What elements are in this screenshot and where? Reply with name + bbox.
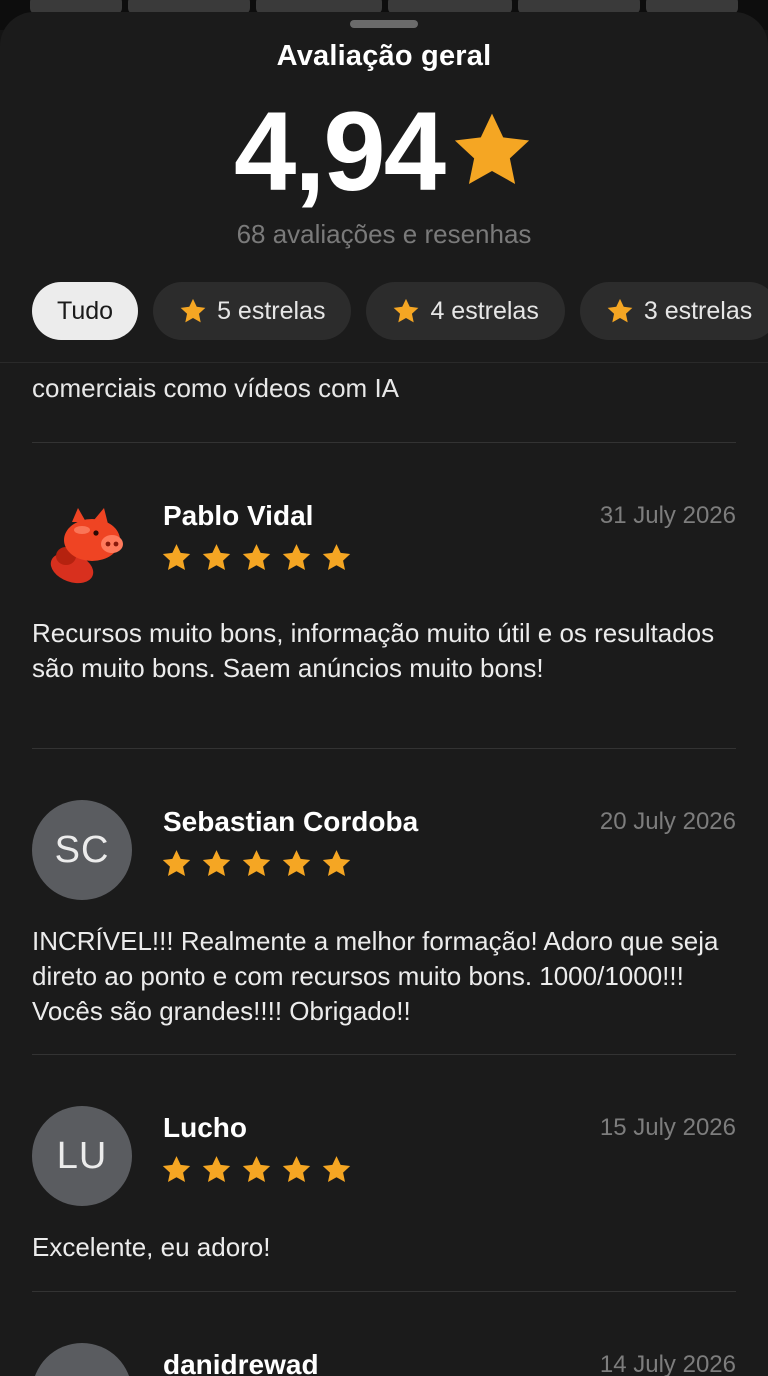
pig-icon: [32, 494, 132, 594]
star-icon: [454, 113, 530, 184]
reviews-bottom-sheet: Avaliação geral 4,94 68 avaliações e res…: [0, 12, 768, 1376]
star-rating: [161, 848, 352, 879]
star-icon: [162, 1156, 191, 1183]
star-icon: [162, 850, 191, 877]
star-icon: [242, 850, 271, 877]
filter-chip-3-stars[interactable]: 3 estrelas: [579, 282, 768, 340]
star-icon: [322, 1156, 351, 1183]
rating-value: 4,94: [234, 89, 446, 214]
star-icon: [180, 298, 206, 323]
avatar: DA: [32, 1343, 132, 1376]
reviewer-name: Pablo Vidal: [163, 500, 314, 531]
filter-chip-label: Tudo: [57, 296, 114, 325]
star-icon: [282, 850, 311, 877]
star-rating: [161, 1154, 352, 1185]
review-text: INCRÍVEL!!! Realmente a melhor formação!…: [32, 926, 719, 1026]
filter-chip-4-stars[interactable]: 4 estrelas: [366, 282, 565, 340]
review-text: Excelente, eu adoro!: [32, 1232, 271, 1262]
partial-review-text: comerciais como vídeos com IA: [32, 373, 400, 403]
star-icon: [202, 850, 231, 877]
review-separator: [32, 442, 736, 443]
sheet-title: Avaliação geral: [276, 40, 492, 72]
star-icon: [242, 544, 271, 571]
star-rating: [161, 542, 352, 573]
overall-rating: 4,94: [0, 92, 768, 212]
filter-chip-label: 4 estrelas: [430, 296, 539, 325]
star-icon: [322, 850, 351, 877]
reviewer-name: danidrewad: [163, 1349, 319, 1376]
reviewer-name: Sebastian Cordoba: [163, 806, 419, 837]
reviewer-name: Lucho: [163, 1112, 247, 1143]
ratings-count: 68 avaliações e resenhas: [236, 219, 532, 249]
review-date: 15 July 2026: [599, 1114, 736, 1141]
avatar: SC: [32, 800, 132, 900]
avatar: LU: [32, 1106, 132, 1206]
reviews-list[interactable]: comerciais como vídeos com IA Pablo Vida…: [0, 363, 768, 1376]
filter-chip-label: 5 estrelas: [217, 296, 326, 325]
review-date: 14 July 2026: [599, 1351, 736, 1376]
star-icon: [202, 1156, 231, 1183]
review-date: 31 July 2026: [599, 502, 736, 529]
star-icon: [282, 544, 311, 571]
review-separator: [32, 1291, 736, 1292]
star-icon: [394, 298, 419, 323]
star-icon: [202, 544, 231, 571]
review-separator: [32, 748, 736, 749]
filter-chip-all[interactable]: Tudo: [32, 282, 139, 340]
review-text: Recursos muito bons, informação muito út…: [32, 618, 715, 683]
star-icon: [162, 544, 191, 571]
star-icon: [282, 1156, 311, 1183]
filter-chip-label: 3 estrelas: [643, 296, 753, 325]
star-icon: [322, 544, 351, 571]
star-icon: [607, 298, 633, 323]
rating-filter-chips: Tudo 5 estrelas 4 estrelas 3 estrelas: [32, 282, 768, 340]
review-date: 20 July 2026: [599, 808, 736, 835]
filter-chip-5-stars[interactable]: 5 estrelas: [153, 282, 352, 340]
review-separator: [32, 1054, 736, 1055]
sheet-drag-handle[interactable]: [350, 20, 418, 28]
star-icon: [242, 1156, 271, 1183]
